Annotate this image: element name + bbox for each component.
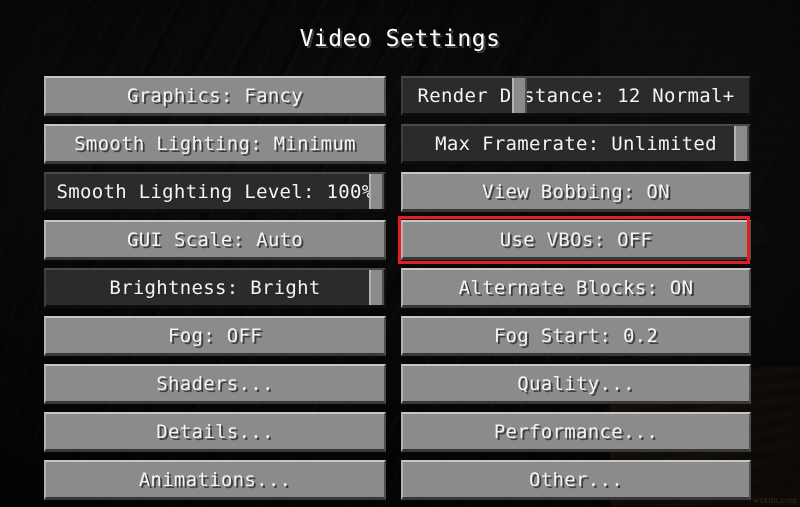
button-graphics[interactable]: Graphics: Fancy — [44, 76, 386, 116]
slider-knob-smooth-lighting-level[interactable] — [369, 174, 384, 209]
slider-knob-max-framerate[interactable] — [734, 126, 749, 161]
slider-knob-render-distance[interactable] — [512, 78, 528, 113]
label-view-bobbing: View Bobbing: ON — [482, 180, 670, 203]
label-brightness: Brightness: Bright — [109, 276, 321, 299]
slider-brightness[interactable]: Brightness: Bright — [44, 268, 386, 308]
settings-row: Use VBOs: OFF — [401, 220, 751, 260]
label-shaders: Shaders... — [156, 372, 274, 395]
label-smooth-lighting-level: Smooth Lighting Level: 100% — [56, 180, 374, 203]
settings-row: Details... — [44, 412, 386, 452]
settings-row: Smooth Lighting Level: 100% — [44, 172, 386, 212]
settings-row: Fog: OFF — [44, 316, 386, 356]
settings-row: Render Distance: 12 Normal+ — [401, 76, 751, 116]
label-render-distance: Render Distance: 12 Normal+ — [417, 84, 735, 107]
label-alternate-blocks: Alternate Blocks: ON — [458, 276, 694, 299]
settings-row: Other... — [401, 460, 751, 500]
label-details: Details... — [156, 420, 274, 443]
settings-row: Quality... — [401, 364, 751, 404]
settings-row: Performance... — [401, 412, 751, 452]
button-use-vbos[interactable]: Use VBOs: OFF — [401, 220, 751, 260]
label-use-vbos: Use VBOs: OFF — [499, 228, 653, 251]
settings-row: Shaders... — [44, 364, 386, 404]
page-title: Video Settings — [299, 26, 501, 52]
settings-row: View Bobbing: ON — [401, 172, 751, 212]
label-other: Other... — [529, 468, 623, 491]
settings-row: Alternate Blocks: ON — [401, 268, 751, 308]
button-quality[interactable]: Quality... — [401, 364, 751, 404]
button-alternate-blocks[interactable]: Alternate Blocks: ON — [401, 268, 751, 308]
label-animations: Animations... — [138, 468, 292, 491]
settings-column-right: Render Distance: 12 Normal+ Max Framerate… — [401, 76, 751, 507]
label-quality: Quality... — [517, 372, 635, 395]
slider-knob-brightness[interactable] — [369, 270, 384, 305]
label-fog-start: Fog Start: 0.2 — [493, 324, 659, 347]
settings-row: Animations... — [44, 460, 386, 500]
button-shaders[interactable]: Shaders... — [44, 364, 386, 404]
settings-row: Smooth Lighting: Minimum — [44, 124, 386, 164]
button-view-bobbing[interactable]: View Bobbing: ON — [401, 172, 751, 212]
settings-row: Graphics: Fancy — [44, 76, 386, 116]
label-performance: Performance... — [493, 420, 659, 443]
settings-row: Fog Start: 0.2 — [401, 316, 751, 356]
label-graphics: Graphics: Fancy — [126, 84, 304, 107]
settings-row: GUI Scale: Auto — [44, 220, 386, 260]
settings-row: Brightness: Bright — [44, 268, 386, 308]
button-other[interactable]: Other... — [401, 460, 751, 500]
button-gui-scale[interactable]: GUI Scale: Auto — [44, 220, 386, 260]
watermark: wsxdn.com — [753, 495, 797, 505]
settings-row: Max Framerate: Unlimited — [401, 124, 751, 164]
settings-column-left: Graphics: Fancy Smooth Lighting: Minimum S… — [44, 76, 386, 507]
video-settings-screen: Video Settings Graphics: Fancy Smooth Lig… — [0, 0, 800, 507]
button-smooth-lighting[interactable]: Smooth Lighting: Minimum — [44, 124, 386, 164]
label-smooth-lighting: Smooth Lighting: Minimum — [74, 132, 356, 155]
slider-max-framerate[interactable]: Max Framerate: Unlimited — [401, 124, 751, 164]
button-details[interactable]: Details... — [44, 412, 386, 452]
button-animations[interactable]: Animations... — [44, 460, 386, 500]
label-max-framerate: Max Framerate: Unlimited — [435, 132, 717, 155]
label-fog: Fog: OFF — [168, 324, 262, 347]
button-fog[interactable]: Fog: OFF — [44, 316, 386, 356]
button-performance[interactable]: Performance... — [401, 412, 751, 452]
slider-smooth-lighting-level[interactable]: Smooth Lighting Level: 100% — [44, 172, 386, 212]
label-gui-scale: GUI Scale: Auto — [126, 228, 304, 251]
button-fog-start[interactable]: Fog Start: 0.2 — [401, 316, 751, 356]
slider-render-distance[interactable]: Render Distance: 12 Normal+ — [401, 76, 751, 116]
